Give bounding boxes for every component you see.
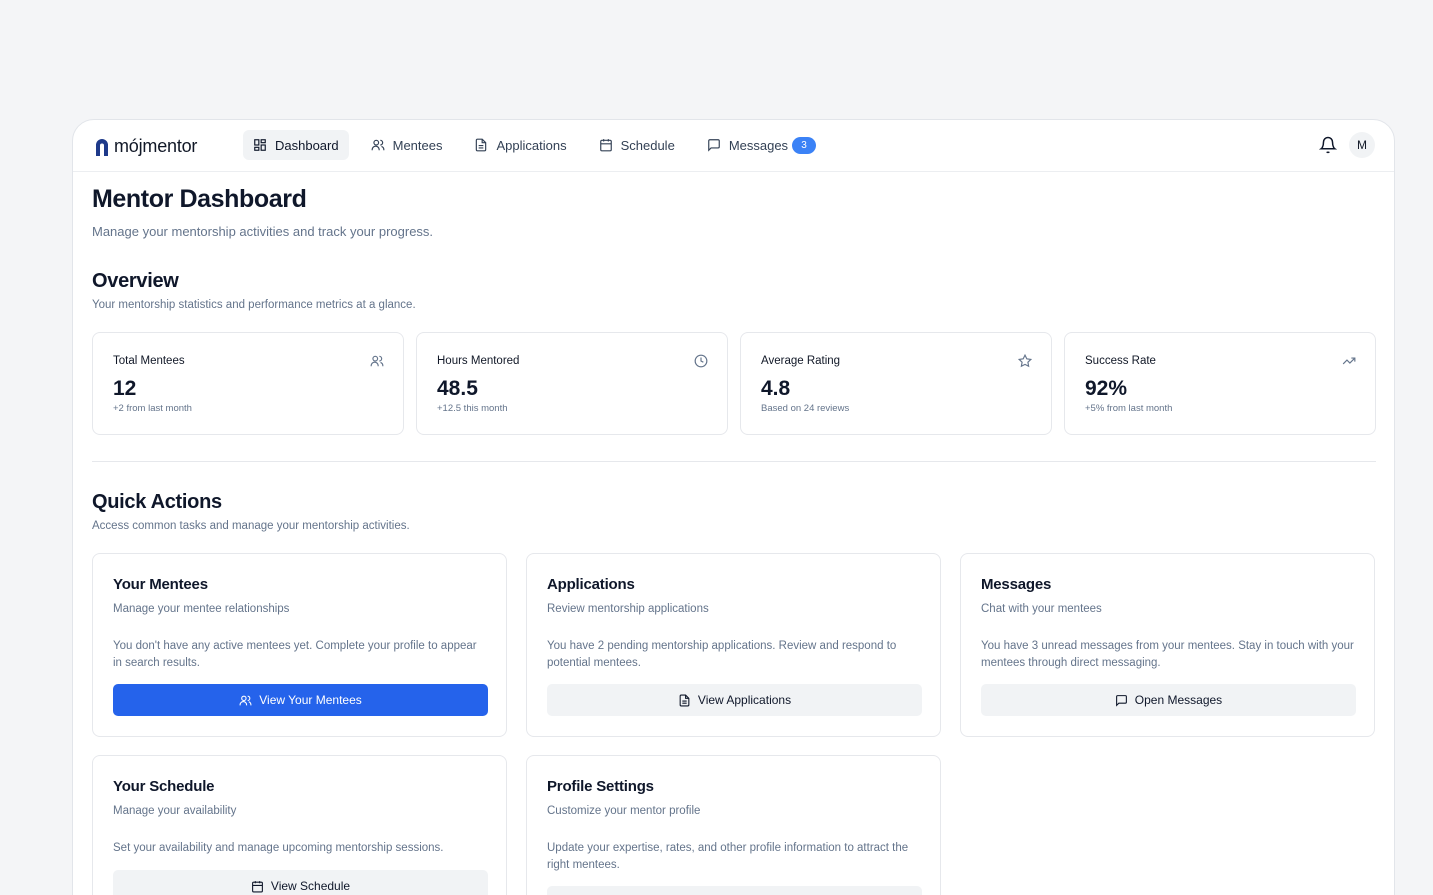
- stat-label: Hours Mentored: [437, 355, 520, 367]
- users-icon: [371, 139, 385, 151]
- view-your-mentees-button[interactable]: View Your Mentees: [113, 684, 488, 716]
- button-label: Open Messages: [1134, 693, 1223, 707]
- button-label: View Schedule: [270, 879, 351, 893]
- card-your-schedule: Your Schedule Manage your availability S…: [92, 755, 507, 895]
- stat-value: 4.8: [761, 377, 791, 400]
- card-body: You don't have any active mentees yet. C…: [113, 640, 477, 669]
- stat-value: 92%: [1085, 377, 1128, 400]
- star-icon: [1018, 354, 1032, 368]
- clock-icon: [694, 354, 708, 368]
- quick-actions-title: Quick Actions: [92, 491, 222, 513]
- stat-label: Success Rate: [1085, 355, 1156, 367]
- card-subtitle: Manage your mentee relationships: [113, 603, 290, 615]
- stat-card-average-rating: Average Rating 4.8 Based on 24 reviews: [740, 332, 1052, 435]
- card-your-mentees: Your Mentees Manage your mentee relation…: [92, 553, 507, 737]
- unread-count-badge: 3: [792, 136, 817, 154]
- card-body: You have 3 unread messages from your men…: [981, 640, 1354, 669]
- card-subtitle: Manage your availability: [113, 805, 237, 817]
- trending-up-icon: [1342, 357, 1356, 365]
- view-schedule-button[interactable]: View Schedule: [113, 870, 488, 895]
- overview-title: Overview: [92, 270, 179, 292]
- stat-label: Average Rating: [761, 355, 841, 367]
- section-divider: [92, 461, 1376, 462]
- nav-item-label: Mentees: [392, 137, 443, 153]
- file-text-icon: [476, 138, 487, 152]
- card-title: Your Schedule: [113, 778, 215, 795]
- card-subtitle: Chat with your mentees: [981, 603, 1102, 615]
- bell-icon[interactable]: [1319, 136, 1337, 154]
- card-title: Profile Settings: [547, 778, 654, 795]
- nav-item-schedule[interactable]: Schedule: [589, 130, 685, 160]
- card-body: Update your expertise, rates, and other …: [547, 842, 909, 871]
- profile-settings-button[interactable]: [547, 886, 922, 895]
- stat-card-total-mentees: Total Mentees 12 +2 from last month: [92, 332, 404, 435]
- brand-name: mójmentor: [114, 136, 198, 156]
- message-square-icon: [707, 139, 720, 152]
- stat-value: 12: [113, 377, 137, 400]
- stat-label: Total Mentees: [113, 355, 185, 367]
- quick-actions-description: Access common tasks and manage your ment…: [92, 520, 410, 532]
- stat-subtext: +2 from last month: [113, 403, 192, 414]
- card-messages: Messages Chat with your mentees You have…: [960, 553, 1375, 737]
- nav-item-mentees[interactable]: Mentees: [361, 130, 453, 160]
- nav-item-label: Messages: [728, 137, 789, 153]
- card-body: You have 2 pending mentorship applicatio…: [547, 640, 897, 669]
- nav-item-messages[interactable]: Messages 3: [697, 130, 826, 160]
- overview-description: Your mentorship statistics and performan…: [92, 299, 416, 311]
- card-title: Applications: [547, 576, 635, 593]
- nav-item-applications[interactable]: Applications: [464, 130, 576, 160]
- user-avatar[interactable]: M: [1349, 132, 1375, 158]
- nav-item-label: Schedule: [620, 137, 675, 153]
- page-subtitle: Manage your mentorship activities and tr…: [92, 224, 434, 239]
- card-subtitle: Customize your mentor profile: [547, 805, 701, 817]
- card-profile-settings: Profile Settings Customize your mentor p…: [526, 755, 941, 895]
- card-body: Set your availability and manage upcomin…: [113, 842, 444, 854]
- stat-card-success-rate: Success Rate 92% +5% from last month: [1064, 332, 1376, 435]
- stat-subtext: +12.5 this month: [437, 403, 508, 414]
- file-text-icon: [679, 694, 690, 706]
- calendar-icon: [251, 880, 263, 892]
- app-window: mójmentor Dashboard Mentees Applications…: [72, 119, 1395, 895]
- open-messages-button[interactable]: Open Messages: [981, 684, 1356, 716]
- calendar-icon: [599, 139, 612, 152]
- view-applications-button[interactable]: View Applications: [547, 684, 922, 716]
- stat-value: 48.5: [437, 377, 478, 400]
- nav-item-dashboard[interactable]: Dashboard: [243, 130, 349, 160]
- nav-item-label: Applications: [496, 137, 567, 153]
- dashboard-icon: [254, 139, 266, 151]
- card-title: Your Mentees: [113, 576, 208, 593]
- top-navigation-bar: mójmentor Dashboard Mentees Applications…: [73, 120, 1394, 172]
- message-square-icon: [1115, 694, 1127, 707]
- main-nav: Dashboard Mentees Applications Schedule …: [243, 130, 834, 160]
- button-label: View Applications: [697, 693, 792, 707]
- stat-card-hours-mentored: Hours Mentored 48.5 +12.5 this month: [416, 332, 728, 435]
- users-icon: [370, 355, 384, 367]
- logo-mark-icon: [96, 138, 108, 156]
- card-title: Messages: [981, 576, 1052, 593]
- card-subtitle: Review mentorship applications: [547, 603, 709, 615]
- stat-subtext: +5% from last month: [1085, 403, 1173, 414]
- nav-item-label: Dashboard: [275, 137, 339, 153]
- brand-logo[interactable]: mójmentor: [95, 136, 197, 157]
- card-applications: Applications Review mentorship applicati…: [526, 553, 941, 737]
- button-label: View Your Mentees: [259, 693, 362, 707]
- page-title: Mentor Dashboard: [92, 185, 307, 213]
- stat-subtext: Based on 24 reviews: [761, 403, 850, 414]
- users-icon: [239, 695, 252, 705]
